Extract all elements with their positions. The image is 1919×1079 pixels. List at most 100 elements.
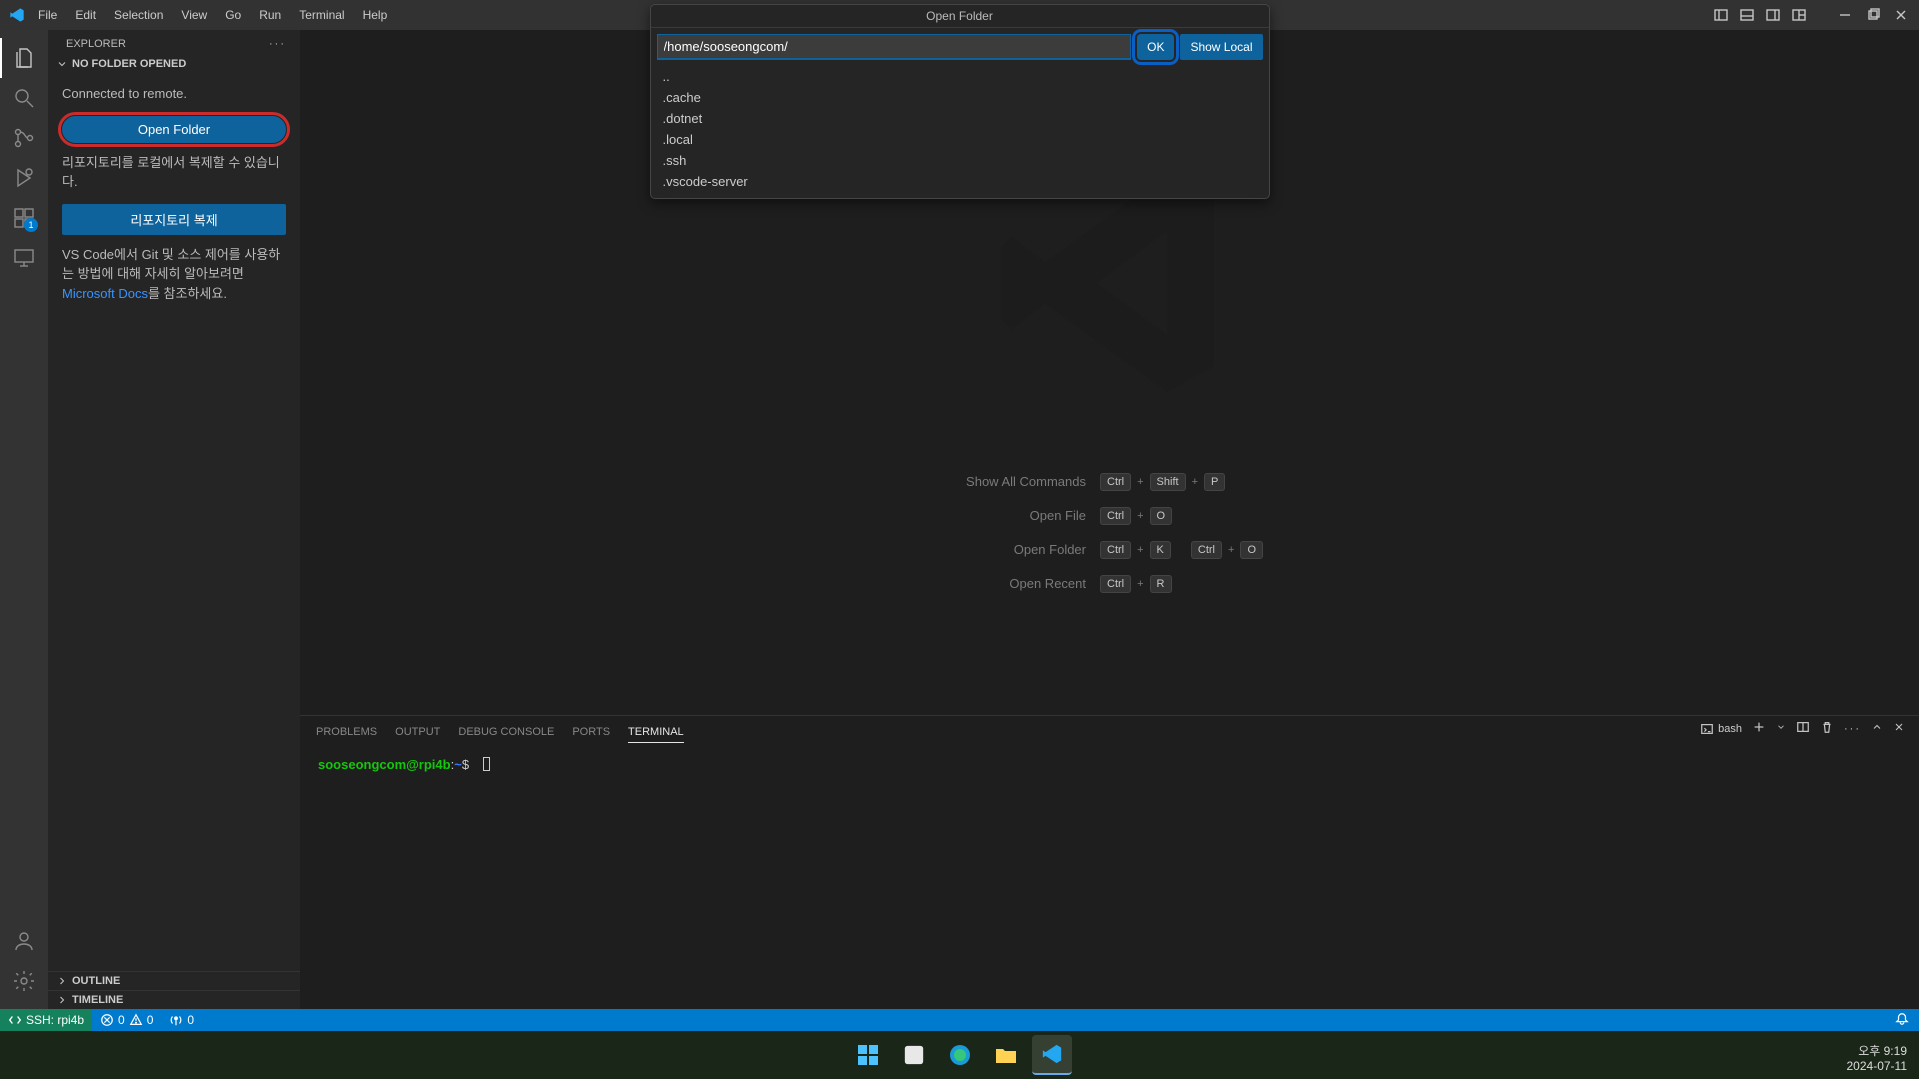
taskbar-explorer[interactable] — [986, 1035, 1026, 1075]
shortcut-list: Show All Commands Ctrl+ Shift+ P Open Fi… — [956, 473, 1263, 593]
account-icon — [12, 929, 36, 953]
docs-text: VS Code에서 Git 및 소스 제어를 사용하는 방법에 대해 자세히 알… — [62, 245, 286, 304]
show-local-button[interactable]: Show Local — [1180, 34, 1262, 60]
menu-view[interactable]: View — [173, 4, 215, 26]
taskbar-time: 오후 9:19 — [1847, 1044, 1908, 1060]
sidebar: EXPLORER ··· NO FOLDER OPENED Connected … — [48, 30, 300, 1009]
sidebar-more-icon[interactable]: ··· — [269, 38, 286, 50]
activity-extensions[interactable]: 1 — [0, 198, 48, 238]
taskbar-date: 2024-07-11 — [1847, 1059, 1908, 1075]
menu-selection[interactable]: Selection — [106, 4, 171, 26]
taskbar-vscode[interactable] — [1032, 1035, 1072, 1075]
customize-layout-icon[interactable] — [1789, 5, 1809, 25]
error-icon — [100, 1013, 114, 1027]
terminal-body[interactable]: sooseongcom@rpi4b:~$ — [300, 743, 1919, 787]
toggle-primary-sidebar-icon[interactable] — [1711, 5, 1731, 25]
shortcut-row: Open Recent Ctrl+ R — [956, 575, 1263, 593]
panel-more-icon[interactable]: ··· — [1844, 723, 1861, 735]
terminal-shell-label[interactable]: bash — [1700, 722, 1742, 736]
activity-settings[interactable] — [0, 961, 48, 1001]
panel-tab-terminal[interactable]: TERMINAL — [628, 722, 684, 743]
gear-icon — [12, 969, 36, 993]
status-remote[interactable]: SSH: rpi4b — [0, 1009, 92, 1031]
antenna-icon — [169, 1013, 183, 1027]
clone-repo-button[interactable]: 리포지토리 복제 — [62, 204, 286, 235]
taskbar-clock[interactable]: 오후 9:19 2024-07-11 — [1847, 1044, 1908, 1075]
open-folder-dialog: Open Folder OK Show Local .. .cache .dot… — [650, 4, 1270, 199]
run-debug-icon — [12, 166, 36, 190]
menu-run[interactable]: Run — [251, 4, 289, 26]
panel-tab-debug[interactable]: DEBUG CONSOLE — [458, 722, 554, 743]
chevron-down-icon — [56, 58, 68, 70]
activity-explorer[interactable] — [0, 38, 48, 78]
terminal-dropdown-icon[interactable] — [1776, 722, 1786, 735]
new-terminal-icon[interactable] — [1752, 720, 1766, 737]
status-problems[interactable]: 0 0 — [92, 1013, 161, 1027]
folder-list: .. .cache .dotnet .local .ssh .vscode-se… — [651, 66, 1269, 198]
sidebar-section-header[interactable]: NO FOLDER OPENED — [48, 54, 300, 74]
menu-go[interactable]: Go — [217, 4, 249, 26]
folder-list-item[interactable]: .ssh — [657, 150, 1263, 171]
panel: PROBLEMS OUTPUT DEBUG CONSOLE PORTS TERM… — [300, 715, 1919, 1009]
open-folder-button[interactable]: Open Folder — [62, 116, 286, 143]
panel-tab-output[interactable]: OUTPUT — [395, 722, 440, 743]
activity-search[interactable] — [0, 78, 48, 118]
menu-help[interactable]: Help — [355, 4, 396, 26]
terminal-cursor — [483, 757, 490, 771]
status-notifications-icon[interactable] — [1895, 1015, 1909, 1029]
panel-maximize-icon[interactable] — [1871, 721, 1883, 736]
taskbar-search[interactable] — [894, 1035, 934, 1075]
folder-path-input[interactable] — [657, 34, 1132, 60]
vscode-logo-icon — [8, 6, 26, 24]
panel-tab-ports[interactable]: PORTS — [572, 722, 610, 743]
panel-tab-problems[interactable]: PROBLEMS — [316, 722, 377, 743]
folder-list-item[interactable]: .. — [657, 66, 1263, 87]
folder-list-item[interactable]: .vscode-server — [657, 171, 1263, 192]
activity-remote-explorer[interactable] — [0, 238, 48, 278]
timeline-header[interactable]: TIMELINE — [48, 990, 300, 1009]
kill-terminal-icon[interactable] — [1820, 720, 1834, 737]
microsoft-docs-link[interactable]: Microsoft Docs — [62, 286, 148, 301]
folder-list-item[interactable]: .cache — [657, 87, 1263, 108]
extensions-badge: 1 — [24, 218, 38, 232]
menu-bar: File Edit Selection View Go Run Terminal… — [30, 4, 395, 26]
dialog-title: Open Folder — [651, 5, 1269, 28]
maximize-icon[interactable] — [1863, 5, 1883, 25]
ok-button[interactable]: OK — [1137, 34, 1174, 60]
chevron-right-icon — [56, 975, 68, 987]
status-bar: SSH: rpi4b 0 0 0 — [0, 1009, 1919, 1031]
bell-icon — [1895, 1012, 1909, 1026]
source-control-icon — [12, 126, 36, 150]
close-icon[interactable] — [1891, 5, 1911, 25]
taskbar-edge[interactable] — [940, 1035, 980, 1075]
toggle-secondary-sidebar-icon[interactable] — [1763, 5, 1783, 25]
folder-list-item[interactable]: .dotnet — [657, 108, 1263, 129]
activity-bar: 1 — [0, 30, 48, 1009]
shortcut-row: Open Folder Ctrl+ K Ctrl+ O — [956, 541, 1263, 559]
warning-icon — [129, 1013, 143, 1027]
chevron-right-icon — [56, 994, 68, 1006]
panel-close-icon[interactable] — [1893, 721, 1905, 736]
split-terminal-icon[interactable] — [1796, 720, 1810, 737]
activity-run[interactable] — [0, 158, 48, 198]
activity-scm[interactable] — [0, 118, 48, 158]
shortcut-row: Show All Commands Ctrl+ Shift+ P — [956, 473, 1263, 491]
taskbar-start[interactable] — [848, 1035, 888, 1075]
files-icon — [13, 46, 37, 70]
menu-terminal[interactable]: Terminal — [291, 4, 352, 26]
search-icon — [12, 86, 36, 110]
terminal-user: sooseongcom@rpi4b — [318, 757, 451, 772]
terminal-icon — [1700, 722, 1714, 736]
activity-accounts[interactable] — [0, 921, 48, 961]
connected-text: Connected to remote. — [62, 84, 286, 104]
folder-list-item[interactable]: .local — [657, 129, 1263, 150]
menu-edit[interactable]: Edit — [67, 4, 104, 26]
status-ports[interactable]: 0 — [161, 1013, 202, 1027]
menu-file[interactable]: File — [30, 4, 65, 26]
minimize-icon[interactable] — [1835, 5, 1855, 25]
remote-icon — [8, 1013, 22, 1027]
outline-header[interactable]: OUTLINE — [48, 972, 300, 990]
terminal-path: ~ — [454, 757, 462, 772]
sidebar-title: EXPLORER — [66, 38, 126, 50]
toggle-panel-icon[interactable] — [1737, 5, 1757, 25]
